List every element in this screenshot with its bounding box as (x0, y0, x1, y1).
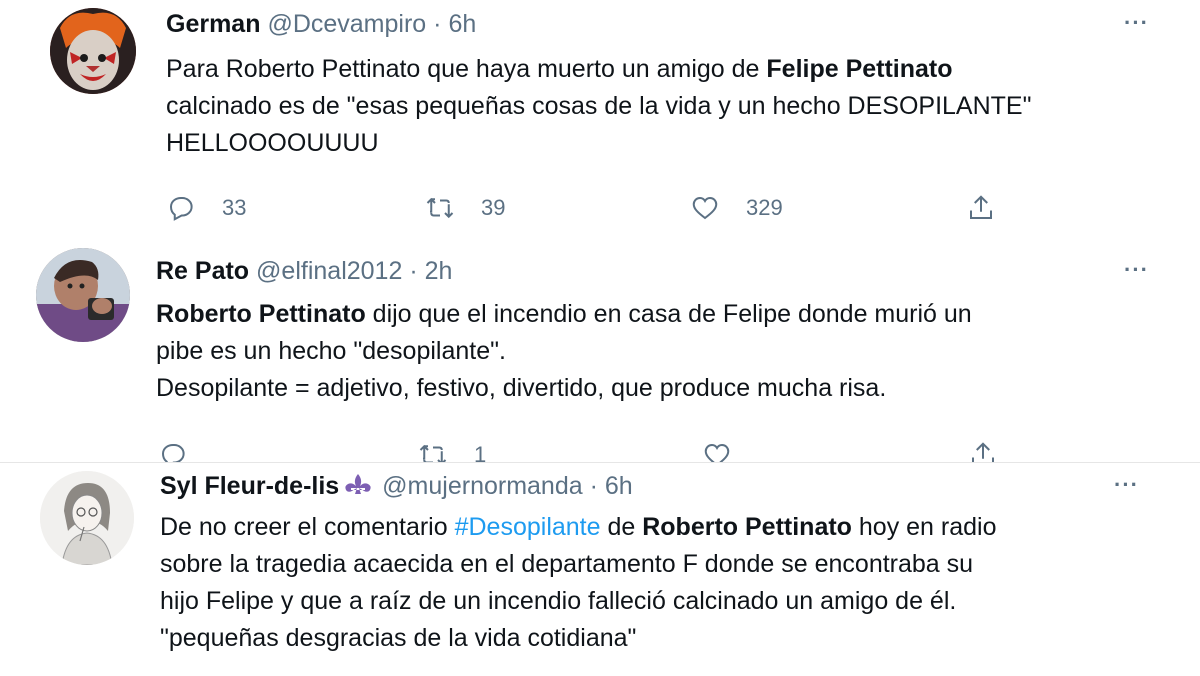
text-span: De no creer el comentario (160, 513, 455, 541)
tweet-line: HELLOOOOUUUU (166, 129, 379, 157)
share-icon (970, 195, 992, 219)
user-handle[interactable]: @mujernormanda (382, 472, 582, 500)
avatar-image (40, 471, 134, 565)
tweet-header: Re Pato @elfinal2012 · 2h (156, 256, 452, 286)
more-icon[interactable]: ··· (1114, 472, 1139, 498)
avatar[interactable] (40, 471, 134, 565)
tweet-line: De no creer el comentario #Desopilante d… (160, 509, 997, 546)
share-button[interactable] (968, 440, 998, 462)
like-icon (692, 196, 718, 220)
tweet-line: hijo Felipe y que a raíz de un incendio … (160, 587, 957, 615)
tweet-header: Syl Fleur-de-lis @mujernormanda · 6h (160, 471, 633, 501)
retweet-button[interactable]: 39 (425, 193, 505, 223)
text-span: de (600, 513, 643, 541)
tweet-text: De no creer el comentario #Desopilante d… (160, 509, 997, 657)
mention-bold: Felipe Pettinato (766, 55, 953, 83)
tweet-line: Roberto Pettinato dijo que el incendio e… (156, 296, 972, 333)
separator: · (409, 257, 418, 285)
retweet-button[interactable]: 1 (418, 440, 486, 462)
avatar-image (50, 8, 136, 94)
reply-button[interactable] (158, 440, 188, 462)
text-span: dijo que el incendio en casa de Felipe d… (365, 300, 972, 328)
fleur-de-lis-icon (345, 474, 371, 494)
tweet-header: German @Dcevampiro · 6h (166, 9, 476, 39)
reply-button[interactable]: 33 (166, 193, 246, 223)
separator: · (589, 472, 598, 500)
reply-icon (161, 444, 185, 462)
like-button[interactable] (702, 440, 732, 462)
like-button[interactable]: 329 (690, 193, 783, 223)
share-button[interactable] (966, 193, 996, 223)
tweet-line: "pequeñas desgracias de la vida cotidian… (160, 624, 637, 652)
separator: · (433, 10, 442, 38)
tweet-line: Para Roberto Pettinato que haya muerto u… (166, 51, 1031, 88)
tweet-text: Para Roberto Pettinato que haya muerto u… (166, 51, 1031, 162)
tweet-text: Roberto Pettinato dijo que el incendio e… (156, 296, 972, 407)
text-span: Para Roberto Pettinato que haya muerto u… (166, 55, 767, 83)
display-name[interactable]: German (166, 10, 260, 38)
avatar[interactable] (36, 248, 130, 342)
reply-icon (169, 197, 193, 221)
user-handle[interactable]: @Dcevampiro (267, 10, 426, 38)
tweet-syl[interactable]: Syl Fleur-de-lis @mujernormanda · 6h ···… (0, 462, 1200, 676)
avatar-image (36, 248, 130, 342)
more-icon[interactable]: ··· (1124, 10, 1149, 36)
retweet-icon (419, 444, 447, 462)
retweet-icon (426, 197, 454, 219)
timestamp[interactable]: 6h (448, 10, 476, 38)
mention-bold: Roberto Pettinato (642, 513, 852, 541)
retweet-count: 39 (481, 195, 506, 220)
timestamp[interactable]: 2h (425, 257, 453, 285)
more-icon[interactable]: ··· (1124, 257, 1149, 283)
tweet-line: Desopilante = adjetivo, festivo, diverti… (156, 374, 887, 402)
text-span: hoy en radio (851, 513, 997, 541)
display-name[interactable]: Re Pato (156, 257, 249, 285)
timestamp[interactable]: 6h (605, 472, 633, 500)
hashtag-link[interactable]: #Desopilante (455, 513, 601, 541)
share-icon (972, 442, 994, 462)
reply-count: 33 (222, 195, 247, 220)
tweet-line: calcinado es de "esas pequeñas cosas de … (166, 92, 1032, 120)
tweet-german[interactable]: German @Dcevampiro · 6h ··· Para Roberto… (0, 0, 1200, 240)
user-handle[interactable]: @elfinal2012 (256, 257, 402, 285)
tweet-line: pibe es un hecho "desopilante". (156, 337, 506, 365)
like-icon (704, 443, 730, 462)
tweet-re-pato[interactable]: Re Pato @elfinal2012 · 2h ··· Roberto Pe… (0, 240, 1200, 462)
like-count: 329 (746, 195, 783, 220)
avatar[interactable] (50, 8, 136, 94)
display-name[interactable]: Syl Fleur-de-lis (160, 472, 339, 500)
tweet-line: sobre la tragedia acaecida en el departa… (160, 550, 974, 578)
mention-bold: Roberto Pettinato (156, 300, 366, 328)
retweet-count: 1 (474, 442, 487, 462)
